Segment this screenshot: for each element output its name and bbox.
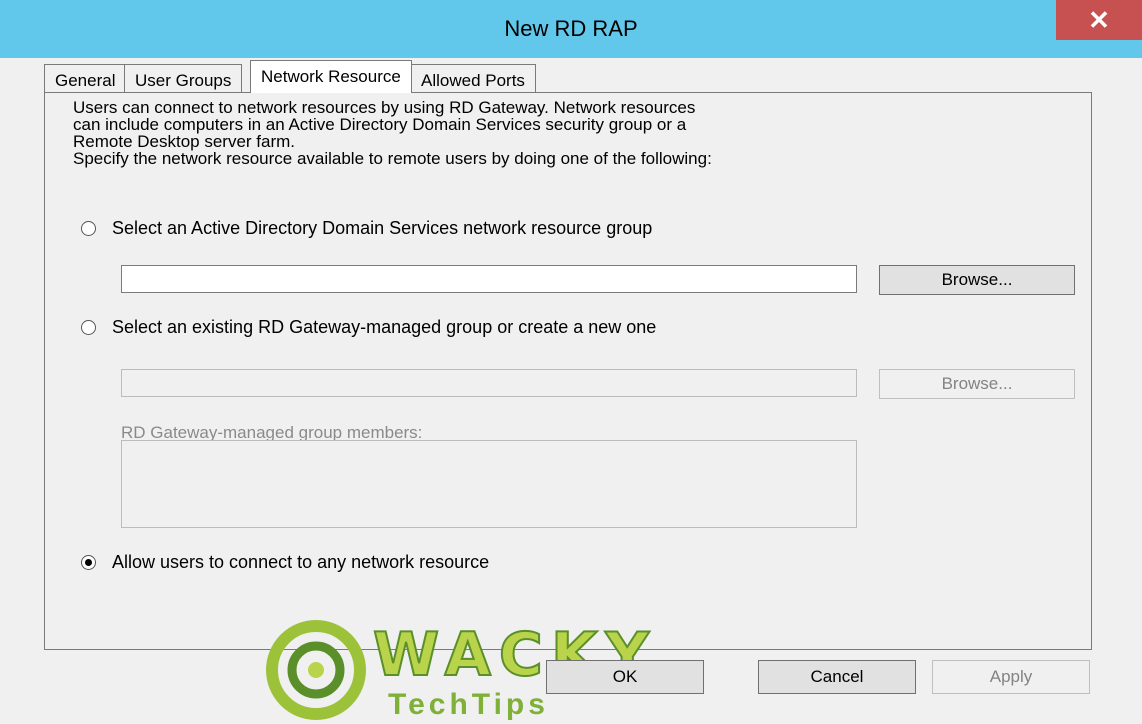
window-title: New RD RAP <box>504 16 638 41</box>
ad-group-option[interactable]: Select an Active Directory Domain Servic… <box>81 216 652 240</box>
group-members-list[interactable] <box>121 440 857 528</box>
close-icon: ✕ <box>1088 4 1110 35</box>
title-bar[interactable]: New RD RAP ✕ <box>0 0 1142 58</box>
tab-allowed-ports[interactable]: Allowed Ports <box>410 64 536 92</box>
gateway-group-radio[interactable] <box>81 319 96 335</box>
intro-line: Specify the network resource available t… <box>73 149 712 168</box>
close-button[interactable]: ✕ <box>1056 0 1142 40</box>
tab-general[interactable]: General <box>44 64 127 92</box>
intro-text: Users can connect to network resources b… <box>73 99 1083 167</box>
ok-button[interactable]: OK <box>546 660 704 694</box>
gateway-group-field[interactable] <box>121 369 857 397</box>
apply-button[interactable]: Apply <box>932 660 1090 694</box>
ad-group-browse-button[interactable]: Browse... <box>879 265 1075 295</box>
tab-user-groups[interactable]: User Groups <box>124 64 243 92</box>
any-resource-label: Allow users to connect to any network re… <box>112 551 490 572</box>
ad-group-radio[interactable] <box>81 220 96 236</box>
gateway-group-label: Select an existing RD Gateway-managed gr… <box>112 316 657 337</box>
ad-group-field[interactable] <box>121 265 857 293</box>
any-resource-option[interactable]: Allow users to connect to any network re… <box>81 550 489 574</box>
gateway-group-browse-button[interactable]: Browse... <box>879 369 1075 399</box>
network-resource-panel: Users can connect to network resources b… <box>44 92 1092 650</box>
ad-group-label: Select an Active Directory Domain Servic… <box>112 217 653 238</box>
cancel-button[interactable]: Cancel <box>758 660 916 694</box>
watermark-subtext: TechTips <box>388 688 549 721</box>
dialog-window: New RD RAP ✕ General User Groups Network… <box>0 0 1142 724</box>
tab-network-resource[interactable]: Network Resource <box>250 60 412 93</box>
swirl-icon <box>266 620 366 720</box>
gateway-group-option[interactable]: Select an existing RD Gateway-managed gr… <box>81 315 656 339</box>
any-resource-radio[interactable] <box>81 554 96 570</box>
